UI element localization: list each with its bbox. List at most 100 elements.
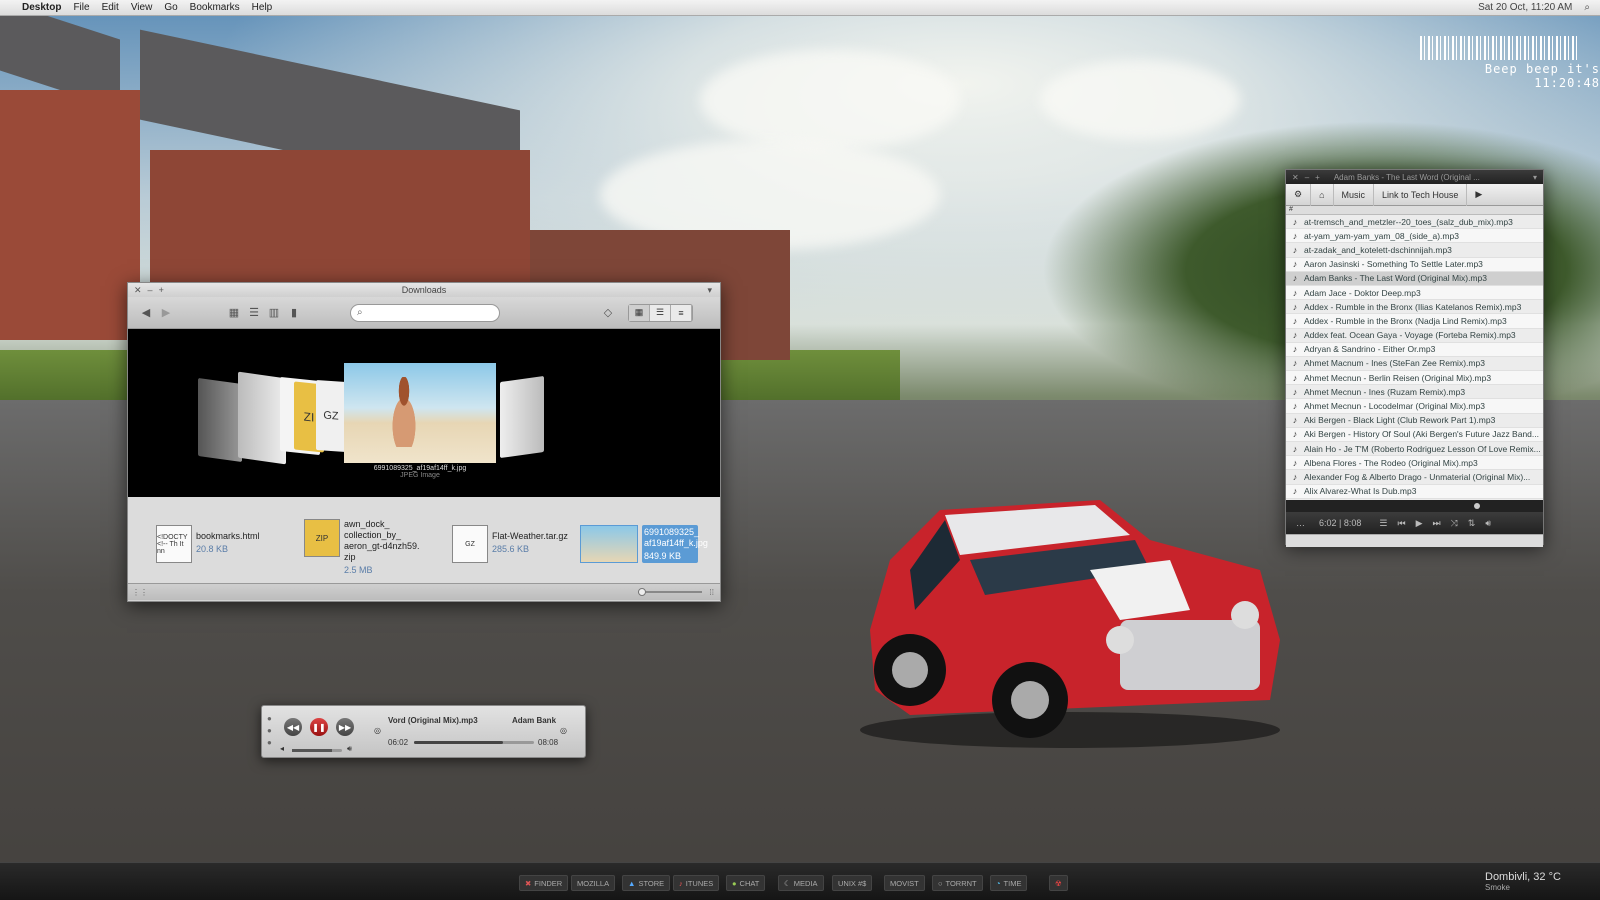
track-row[interactable]: ♪ Aaron Jasinski - Something To Settle La… xyxy=(1286,257,1543,272)
list-view-icon[interactable]: ☰ xyxy=(244,305,264,321)
coverflow-item[interactable] xyxy=(198,377,242,463)
track-row[interactable]: ♪ Addex - Rumble in the Bronx (Nadja Lind… xyxy=(1286,314,1543,329)
minimize-icon[interactable]: – xyxy=(148,285,153,295)
dock-extra[interactable]: ☢ xyxy=(1049,875,1068,891)
slider-thumb[interactable] xyxy=(638,588,646,596)
playlist-icon[interactable]: ☰ xyxy=(1379,518,1387,529)
finder-titlebar[interactable]: ✕ – + Downloads ▾ xyxy=(128,283,720,297)
dock-torrent[interactable]: ○ TORRNT xyxy=(932,875,983,891)
spotlight-search-icon[interactable]: ⌕ xyxy=(1584,2,1590,13)
dock-media[interactable]: ☾ MEDIA xyxy=(778,875,824,891)
path-link-to-tech-house[interactable]: Link to Tech House xyxy=(1374,183,1468,206)
file-item[interactable]: <!DOCTY <!-- Th It nn bookmarks.html 20.8… xyxy=(156,525,260,563)
gz-file-icon[interactable]: GZ xyxy=(316,379,346,453)
back-arrow-icon[interactable]: ◀ xyxy=(136,305,156,321)
equalizer-icon[interactable]: ⇅ xyxy=(1468,518,1476,529)
menu-app-name[interactable]: Desktop xyxy=(22,2,61,13)
home-icon[interactable]: ⌂ xyxy=(1311,183,1334,206)
music-titlebar[interactable]: ✕ – + Adam Banks - The Last Word (Origin… xyxy=(1286,170,1543,184)
path-music[interactable]: Music xyxy=(1334,183,1375,206)
grid-view-icon[interactable]: ▦ xyxy=(629,304,650,321)
rewind-icon[interactable]: ◀◀ xyxy=(284,718,302,736)
close-icon[interactable]: ✕ xyxy=(1292,173,1299,182)
track-row[interactable]: ♪ Adam Banks - The Last Word (Original Mi… xyxy=(1286,271,1543,286)
dock-mozilla[interactable]: MOZILLA xyxy=(571,875,616,891)
track-row[interactable]: ♪ Adryan & Sandrino - Either Or.mp3 xyxy=(1286,342,1543,357)
track-row[interactable]: ♪ Alain Ho - Je T'M (Roberto Rodriguez Le… xyxy=(1286,442,1543,457)
mini-progress-bar[interactable] xyxy=(414,741,534,744)
dock-time[interactable]: ◔ TIME xyxy=(990,875,1028,891)
coverflow-selected-image[interactable] xyxy=(344,363,496,463)
track-row[interactable]: ♪ at-tremsch_and_metzler--20_toes_(salz_d… xyxy=(1286,215,1543,230)
shuffle-icon[interactable]: ◎ xyxy=(560,726,567,735)
volume-icon[interactable]: 🔊︎ xyxy=(1485,518,1491,529)
track-row[interactable]: ♪ Aki Bergen - Black Light (Club Rework P… xyxy=(1286,414,1543,428)
file-item-selected[interactable]: 6991089325_ af19af14ff_k.jpg 849.9 KB xyxy=(580,525,708,563)
resize-corner-icon[interactable]: ⁞⁞ xyxy=(710,588,714,597)
dock-unix[interactable]: UNIX #$ xyxy=(832,875,873,891)
more-icon[interactable]: … xyxy=(1296,518,1305,528)
coverflow-item[interactable] xyxy=(500,375,544,459)
close-icon[interactable]: ✕ xyxy=(134,285,142,296)
minimize-icon[interactable]: – xyxy=(1305,173,1309,182)
repeat-icon[interactable]: ◎ xyxy=(374,726,381,735)
menu-bookmarks[interactable]: Bookmarks xyxy=(190,2,240,13)
track-row[interactable]: ♪ Ahmet Mecnun - Locodelmar (Original Mix… xyxy=(1286,399,1543,414)
maximize-icon[interactable]: + xyxy=(159,285,164,295)
shuffle-icon[interactable]: ⤨ xyxy=(1451,518,1458,529)
gear-icon[interactable]: ⚙ xyxy=(1286,183,1312,206)
menu-view[interactable]: View xyxy=(131,2,153,13)
chevron-down-icon[interactable]: ▾ xyxy=(1533,173,1537,182)
track-row[interactable]: ♪ Alexander Fog & Alberto Drago - Unmater… xyxy=(1286,470,1543,485)
list-header[interactable]: # xyxy=(1286,206,1543,215)
seek-bar[interactable] xyxy=(1286,500,1543,512)
chevron-down-icon[interactable]: ▾ xyxy=(707,285,712,296)
mini-volume-slider[interactable] xyxy=(292,749,342,752)
track-row[interactable]: ♪ Albena Flores - The Rodeo (Original Mix… xyxy=(1286,456,1543,471)
compact-list-icon[interactable]: ≡ xyxy=(671,304,692,321)
seek-thumb[interactable] xyxy=(1474,503,1480,509)
dock-chat[interactable]: ● CHAT xyxy=(726,875,766,891)
track-row[interactable]: ♪ Ahmet Mecnun - Ines (Ruzam Remix).mp3 xyxy=(1286,385,1543,400)
fast-forward-icon[interactable]: ▶▶ xyxy=(336,718,354,736)
dock-itunes[interactable]: ♪ ITUNES xyxy=(673,875,720,891)
menu-go[interactable]: Go xyxy=(164,2,177,13)
dock-store[interactable]: ▲ STORE xyxy=(622,875,671,891)
track-row[interactable]: ♪ Ahmet Mecnun - Berlin Reisen (Original … xyxy=(1286,371,1543,386)
column-view-icon[interactable]: ▥ xyxy=(264,305,284,321)
dock-movist[interactable]: MOVIST xyxy=(884,875,925,891)
play-icon[interactable]: ▶ xyxy=(1467,184,1490,206)
menu-help[interactable]: Help xyxy=(252,2,273,13)
detail-view-icon[interactable]: ☰ xyxy=(650,304,671,321)
track-row[interactable]: ♪ Alix Alvarez-What Is Dub.mp3 xyxy=(1286,484,1543,499)
track-row[interactable]: ♪ Addex feat. Ocean Gaya - Voyage (Forteb… xyxy=(1286,329,1543,343)
menubar-datetime[interactable]: Sat 20 Oct, 11:20 AM xyxy=(1478,2,1572,13)
icon-view-icon[interactable]: ▦ xyxy=(224,305,244,321)
menu-edit[interactable]: Edit xyxy=(102,2,119,13)
maximize-icon[interactable]: + xyxy=(1315,173,1320,182)
file-item[interactable]: GZ Flat-Weather.tar.gz 285.6 KB xyxy=(452,525,568,563)
track-row[interactable]: ♪ at-zadak_and_kotelett-dschinnijah.mp3 xyxy=(1286,243,1543,258)
coverflow-area[interactable]: ZI GZ 6991089325_af19af14ff_k.jpg JPEG Im… xyxy=(128,329,720,497)
dock-finder[interactable]: ✖ FINDER xyxy=(519,875,569,891)
search-input[interactable]: ⌕ xyxy=(350,303,500,322)
track-row[interactable]: ♪ at-yam_yam-yam_yam_08_(side_a).mp3 xyxy=(1286,229,1543,244)
forward-arrow-icon[interactable]: ▶ xyxy=(156,305,176,321)
track-title: Ahmet Mecnun - Ines (Ruzam Remix).mp3 xyxy=(1304,386,1466,397)
coverflow-view-icon[interactable]: ▮ xyxy=(284,305,304,321)
menu-file[interactable]: File xyxy=(73,2,89,13)
track-row[interactable]: ♪ Ahmet Macnum - Ines (SteFan Zee Remix).… xyxy=(1286,357,1543,372)
next-icon[interactable]: ⏭ xyxy=(1432,518,1440,529)
pause-icon[interactable]: ❚❚ xyxy=(310,718,328,736)
track-row[interactable]: ♪ Adam Jace - Doktor Deep.mp3 xyxy=(1286,285,1543,301)
play-icon[interactable]: ▶ xyxy=(1416,518,1423,529)
previous-icon[interactable]: ⏮ xyxy=(1397,518,1405,529)
track-row[interactable]: ♪ Aki Bergen - History Of Soul (Aki Berge… xyxy=(1286,427,1543,442)
icon-size-slider[interactable] xyxy=(638,588,702,596)
eye-icon[interactable]: ◇ xyxy=(598,305,618,321)
resize-grip-icon[interactable]: ⋮⋮ xyxy=(132,588,148,597)
track-row[interactable]: ♪ Addex - Rumble in the Bronx (Ilias Kate… xyxy=(1286,300,1543,315)
coverflow-item[interactable] xyxy=(238,371,286,465)
file-item[interactable]: ZIP awn_dock_ collection_by_ aeron_gt-d4… xyxy=(304,519,420,575)
window-controls[interactable]: ● ● ● xyxy=(267,713,272,749)
